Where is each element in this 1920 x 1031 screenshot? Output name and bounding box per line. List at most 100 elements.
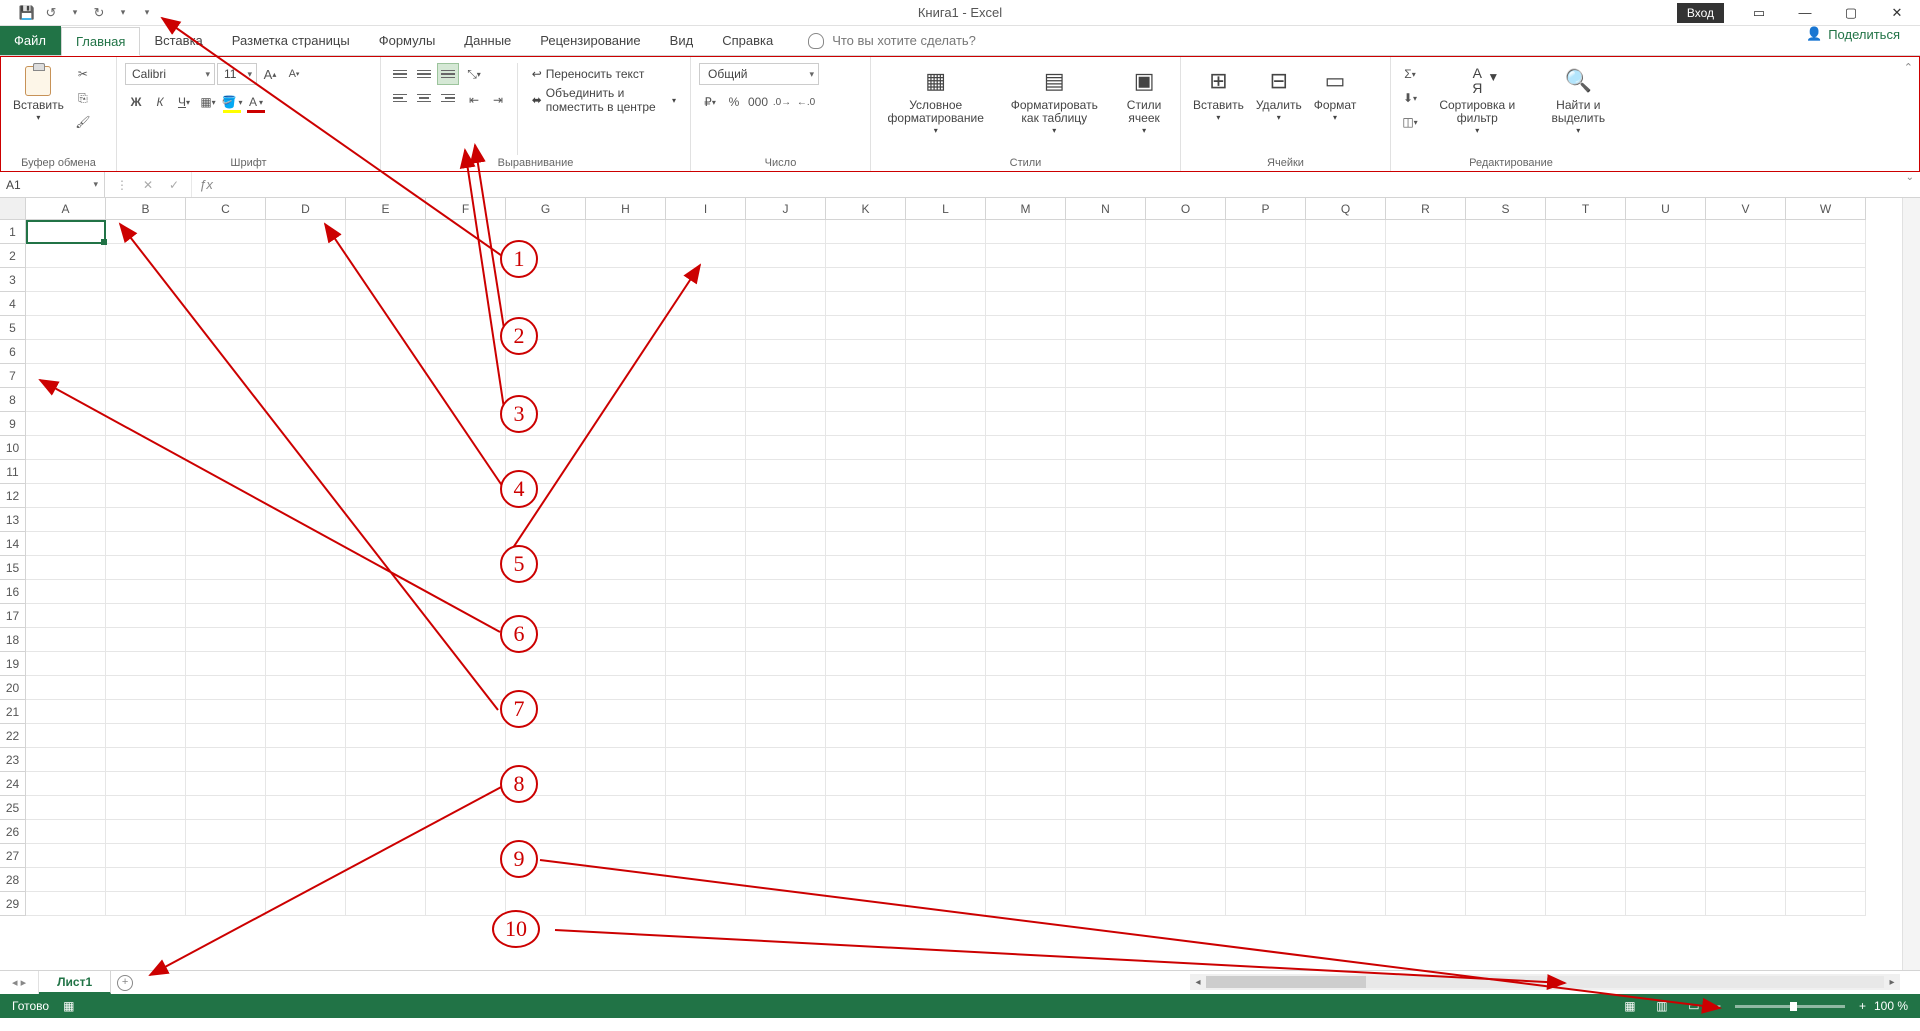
cell[interactable]	[1706, 364, 1786, 388]
cell[interactable]	[266, 484, 346, 508]
cell[interactable]	[106, 436, 186, 460]
cell[interactable]	[1386, 724, 1466, 748]
cell[interactable]	[906, 244, 986, 268]
cell[interactable]	[666, 244, 746, 268]
cell[interactable]	[1786, 388, 1866, 412]
cell[interactable]	[106, 796, 186, 820]
cell[interactable]	[1146, 268, 1226, 292]
cell[interactable]	[266, 316, 346, 340]
cell[interactable]	[266, 556, 346, 580]
cell[interactable]	[826, 748, 906, 772]
format-painter-icon[interactable]: 🖌	[72, 111, 94, 133]
cell[interactable]	[1626, 628, 1706, 652]
cell[interactable]	[1706, 820, 1786, 844]
cell[interactable]	[906, 748, 986, 772]
cell[interactable]	[346, 796, 426, 820]
cell[interactable]	[1386, 364, 1466, 388]
cell[interactable]	[1706, 508, 1786, 532]
cell[interactable]	[1786, 340, 1866, 364]
cell[interactable]	[1626, 892, 1706, 916]
cell[interactable]	[1386, 652, 1466, 676]
column-header[interactable]: D	[266, 198, 346, 220]
formula-input[interactable]	[220, 172, 1920, 197]
cell[interactable]	[1466, 268, 1546, 292]
cell[interactable]	[746, 220, 826, 244]
cell[interactable]	[1546, 388, 1626, 412]
cell[interactable]	[1306, 844, 1386, 868]
cell[interactable]	[346, 268, 426, 292]
cell[interactable]	[186, 652, 266, 676]
wrap-text-button[interactable]: ↩ Переносить текст	[526, 63, 682, 85]
borders-icon[interactable]: ▦▾	[197, 91, 219, 113]
cell[interactable]	[586, 892, 666, 916]
cell[interactable]	[1546, 244, 1626, 268]
cell[interactable]	[26, 412, 106, 436]
cell[interactable]	[826, 436, 906, 460]
cell[interactable]	[186, 868, 266, 892]
cell[interactable]	[1306, 268, 1386, 292]
cell[interactable]	[1706, 724, 1786, 748]
cell[interactable]	[426, 460, 506, 484]
row-header[interactable]: 3	[0, 268, 26, 292]
cell[interactable]	[1706, 556, 1786, 580]
cell[interactable]	[1306, 388, 1386, 412]
cell[interactable]	[666, 580, 746, 604]
orientation-icon[interactable]: ⤡▾	[463, 63, 485, 85]
cell[interactable]	[1066, 412, 1146, 436]
row-header[interactable]: 6	[0, 340, 26, 364]
cell[interactable]	[1546, 628, 1626, 652]
cell[interactable]	[586, 772, 666, 796]
cell[interactable]	[1706, 268, 1786, 292]
cell[interactable]	[1306, 508, 1386, 532]
cell[interactable]	[26, 556, 106, 580]
cell[interactable]	[1306, 316, 1386, 340]
cell[interactable]	[426, 676, 506, 700]
cell[interactable]	[26, 676, 106, 700]
cell[interactable]	[1786, 772, 1866, 796]
cell[interactable]	[1626, 316, 1706, 340]
cell[interactable]	[266, 652, 346, 676]
cell[interactable]	[746, 484, 826, 508]
cell[interactable]	[1626, 748, 1706, 772]
column-header[interactable]: J	[746, 198, 826, 220]
cell[interactable]	[1066, 580, 1146, 604]
row-header[interactable]: 10	[0, 436, 26, 460]
column-header[interactable]: A	[26, 198, 106, 220]
page-layout-view-icon[interactable]: ▥	[1650, 997, 1674, 1015]
cell[interactable]	[1386, 460, 1466, 484]
row-header[interactable]: 12	[0, 484, 26, 508]
cell[interactable]	[1066, 700, 1146, 724]
align-left-icon[interactable]	[389, 87, 411, 109]
cell[interactable]	[1706, 796, 1786, 820]
cell[interactable]	[1066, 724, 1146, 748]
cell[interactable]	[1706, 340, 1786, 364]
cell[interactable]	[1786, 436, 1866, 460]
cell[interactable]	[1226, 412, 1306, 436]
cell[interactable]	[426, 748, 506, 772]
cell[interactable]	[1466, 844, 1546, 868]
cell[interactable]	[1626, 484, 1706, 508]
cell[interactable]	[906, 388, 986, 412]
cell[interactable]	[1306, 580, 1386, 604]
tab-home[interactable]: Главная	[61, 27, 140, 56]
cell[interactable]	[26, 388, 106, 412]
bold-button[interactable]: Ж	[125, 91, 147, 113]
cell[interactable]	[1066, 268, 1146, 292]
cell[interactable]	[506, 460, 586, 484]
cell[interactable]	[1306, 868, 1386, 892]
cell[interactable]	[26, 796, 106, 820]
cell[interactable]	[666, 268, 746, 292]
tell-me-search[interactable]: Что вы хотите сделать?	[788, 26, 976, 55]
cell[interactable]	[266, 820, 346, 844]
cell[interactable]	[26, 340, 106, 364]
cell[interactable]	[506, 892, 586, 916]
column-header[interactable]: H	[586, 198, 666, 220]
cell[interactable]	[1306, 556, 1386, 580]
column-header[interactable]: R	[1386, 198, 1466, 220]
cell[interactable]	[1146, 724, 1226, 748]
column-header[interactable]: W	[1786, 198, 1866, 220]
cell[interactable]	[1626, 844, 1706, 868]
cell[interactable]	[666, 340, 746, 364]
cell[interactable]	[586, 604, 666, 628]
align-right-icon[interactable]	[437, 87, 459, 109]
